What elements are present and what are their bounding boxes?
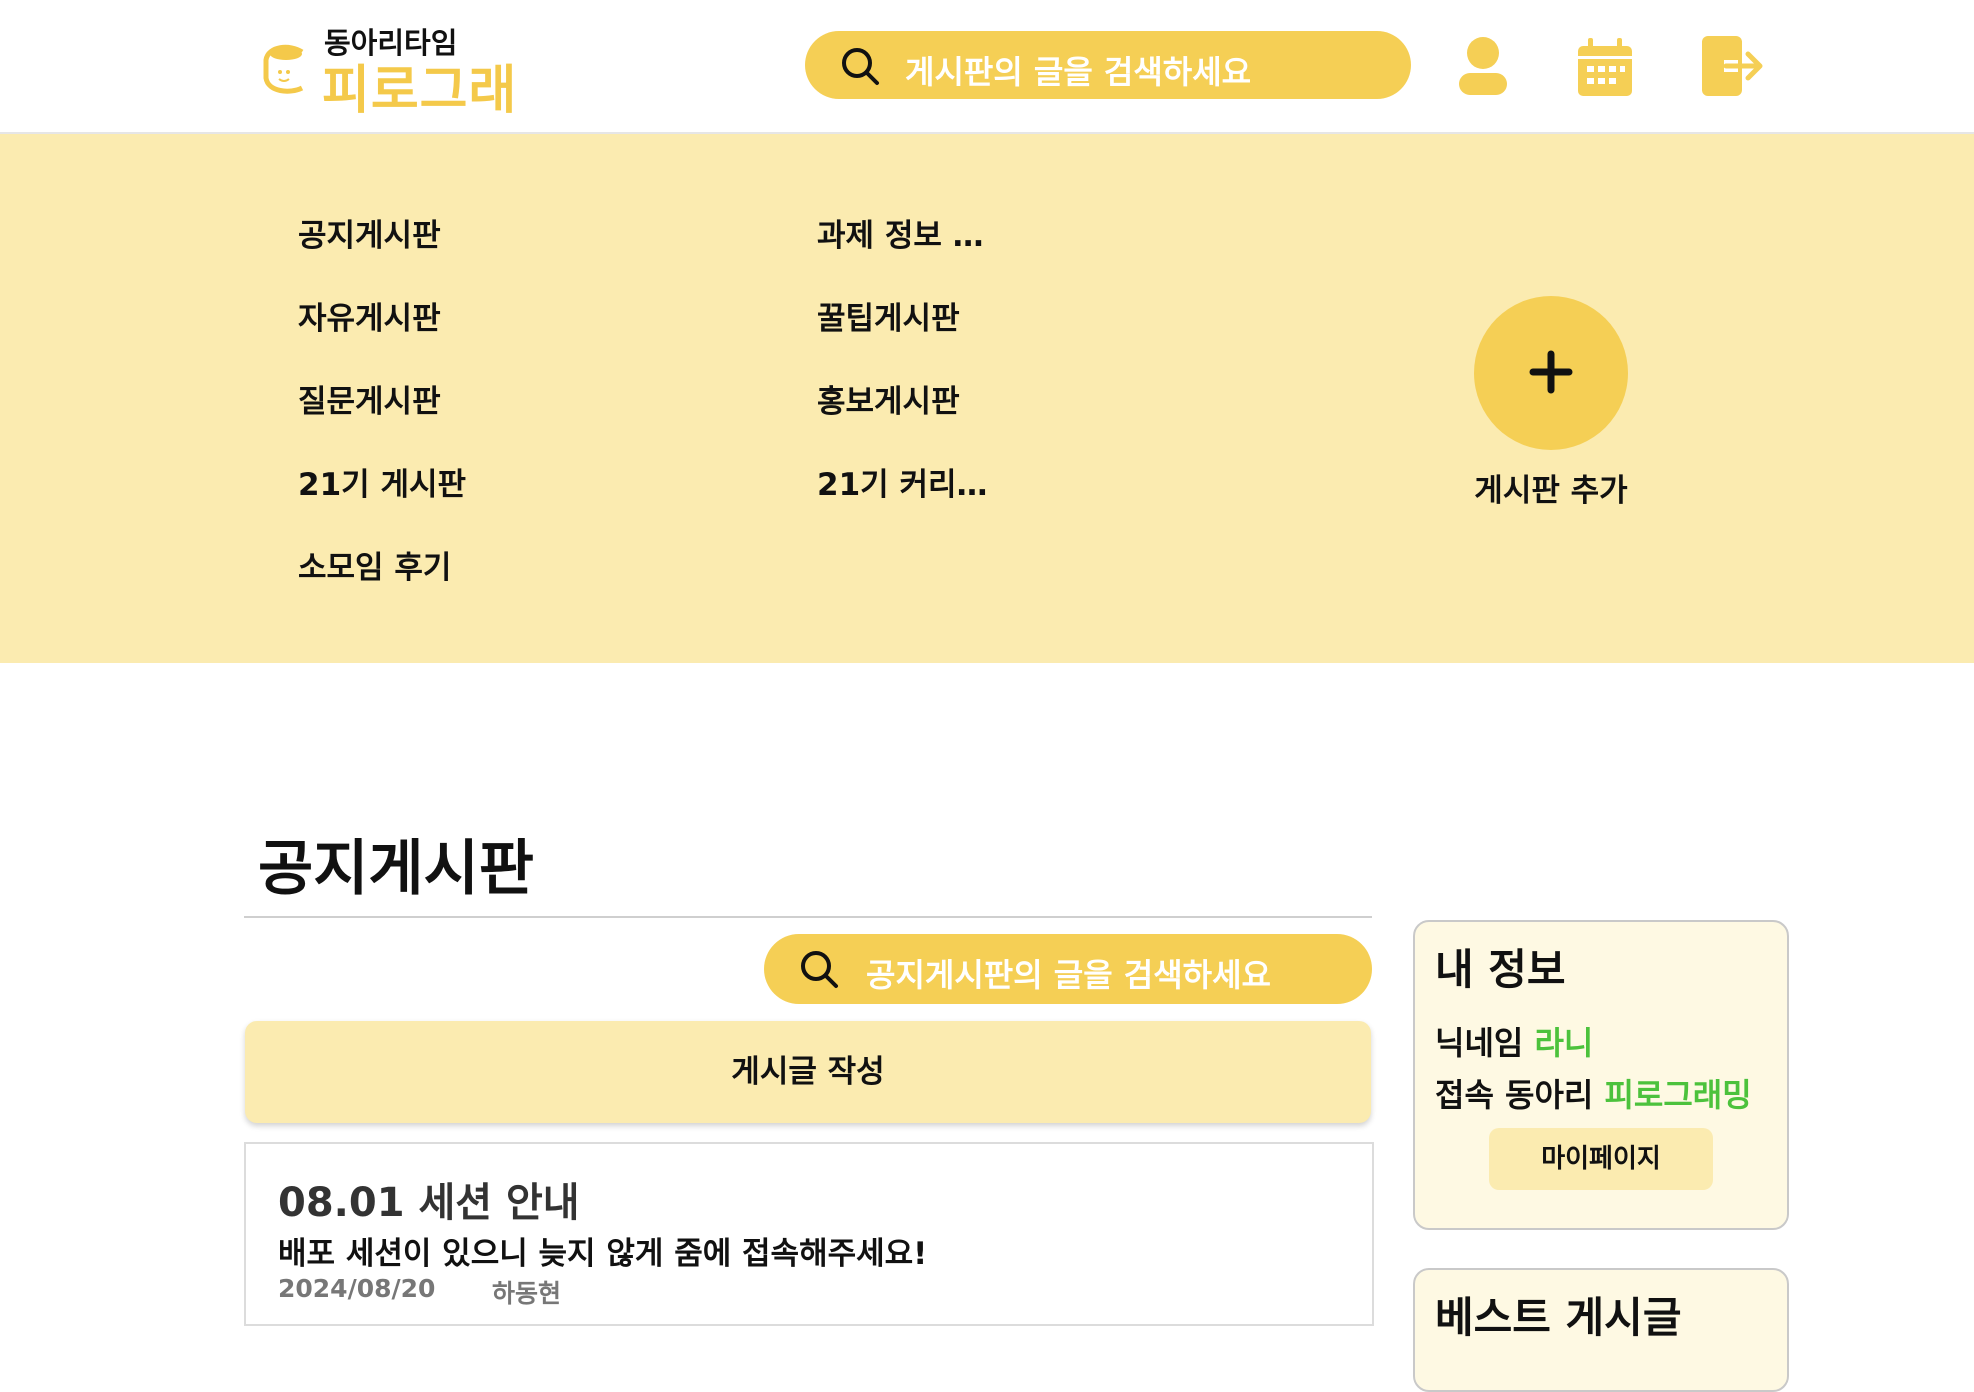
search-icon — [801, 951, 838, 988]
menu-item-promo[interactable]: 홍보게시판 — [817, 376, 960, 421]
menu-item-free[interactable]: 자유게시판 — [298, 293, 441, 338]
menu-item-assignment[interactable]: 과제 정보 … — [817, 210, 984, 255]
nickname-row: 닉네임 라니 — [1435, 1018, 1593, 1064]
post-date: 2024/08/20 — [278, 1274, 436, 1303]
board-menu-panel: 공지게시판 자유게시판 질문게시판 21기 게시판 소모임 후기 과제 정보 …… — [0, 134, 1974, 663]
nickname-label: 닉네임 — [1435, 1024, 1524, 1062]
profile-icon[interactable] — [1458, 36, 1508, 96]
global-search-placeholder[interactable]: 게시판의 글을 검색하세요 — [905, 47, 1251, 93]
add-board-label[interactable]: 게시판 추가 — [1474, 465, 1628, 510]
mypage-button[interactable]: 마이페이지 — [1489, 1128, 1713, 1190]
write-post-button[interactable]: 게시글 작성 — [245, 1021, 1371, 1123]
nickname-value: 라니 — [1534, 1024, 1594, 1062]
top-header: 동아리타임 피로그래밍 게시판의 글을 검색하세요 — [0, 0, 1974, 196]
menu-item-question[interactable]: 질문게시판 — [298, 376, 441, 421]
board-search-bar[interactable]: 공지게시판의 글을 검색하세요 — [764, 934, 1372, 1004]
my-info-title: 내 정보 — [1435, 945, 1566, 994]
post-title[interactable]: 08.01 세션 안내 — [278, 1170, 580, 1228]
board-search-placeholder[interactable]: 공지게시판의 글을 검색하세요 — [866, 950, 1271, 996]
title-divider — [244, 916, 1372, 918]
post-author: 하동현 — [492, 1279, 562, 1308]
global-search-bar[interactable]: 게시판의 글을 검색하세요 — [805, 31, 1411, 99]
club-row: 접속 동아리 피로그래밍 — [1435, 1070, 1752, 1116]
calendar-icon[interactable] — [1578, 38, 1632, 96]
menu-item-tips[interactable]: 꿀팁게시판 — [817, 293, 960, 338]
best-posts-card: 베스트 게시글 — [1413, 1268, 1789, 1392]
post-item[interactable]: 08.01 세션 안내 배포 세션이 있으니 늦지 않게 줌에 접속해주세요! … — [244, 1142, 1374, 1326]
plus-icon — [1529, 350, 1573, 394]
menu-item-notice[interactable]: 공지게시판 — [298, 210, 441, 255]
search-icon — [842, 48, 879, 85]
club-label: 접속 동아리 — [1435, 1076, 1594, 1114]
my-info-card: 내 정보 닉네임 라니 접속 동아리 피로그래밍 마이페이지 — [1413, 920, 1789, 1230]
post-body: 배포 세션이 있으니 늦지 않게 줌에 접속해주세요! — [278, 1236, 928, 1272]
logout-icon[interactable] — [1702, 36, 1766, 96]
club-value: 피로그래밍 — [1604, 1076, 1752, 1114]
menu-item-group-review[interactable]: 소모임 후기 — [298, 542, 451, 587]
menu-item-21st-curriculum[interactable]: 21기 커리… — [817, 459, 988, 504]
page-title: 공지게시판 — [258, 834, 534, 904]
logo-mark-icon — [263, 44, 304, 94]
add-board-button[interactable] — [1474, 296, 1628, 450]
logo[interactable]: 동아리타임 피로그래밍 — [262, 20, 552, 196]
best-posts-title: 베스트 게시글 — [1435, 1293, 1682, 1342]
menu-item-21st[interactable]: 21기 게시판 — [298, 459, 466, 504]
